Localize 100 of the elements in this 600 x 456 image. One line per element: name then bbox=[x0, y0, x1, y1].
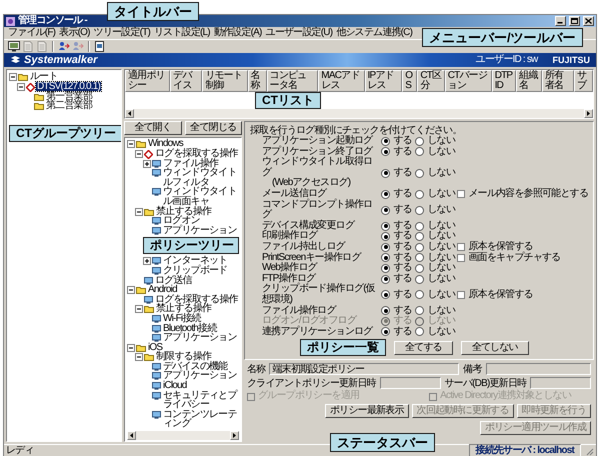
scroll-left-icon[interactable] bbox=[125, 109, 134, 118]
radio-option[interactable]: しない bbox=[415, 252, 458, 264]
radio-button[interactable] bbox=[415, 136, 424, 146]
column-header[interactable]: 組織名 bbox=[516, 70, 542, 92]
radio-button[interactable] bbox=[415, 232, 424, 242]
tree-item[interactable]: コンテンツレーティング bbox=[162, 410, 239, 430]
radio-button[interactable] bbox=[381, 253, 390, 262]
tree-button[interactable]: 全て閉じる bbox=[184, 121, 242, 135]
report-icon[interactable] bbox=[94, 40, 106, 52]
radio-button[interactable] bbox=[381, 206, 390, 215]
tree-item[interactable]: Android bbox=[147, 285, 178, 295]
menu-item[interactable]: リスト設定(L) bbox=[152, 27, 212, 39]
tree-item[interactable]: クリップボード bbox=[162, 266, 228, 276]
column-header[interactable]: リモート制御 bbox=[202, 70, 248, 92]
checkbox[interactable]: 原本を保管する bbox=[457, 284, 588, 306]
close-icon[interactable] bbox=[583, 16, 594, 26]
horizontal-scrollbar[interactable] bbox=[125, 109, 593, 118]
radio-option[interactable]: しない bbox=[415, 242, 458, 253]
radio-button[interactable] bbox=[381, 232, 390, 242]
radio-option[interactable]: する bbox=[381, 326, 416, 338]
people-arrow-icon[interactable] bbox=[58, 40, 70, 52]
collapse-icon[interactable] bbox=[127, 286, 135, 294]
radio-option[interactable]: する bbox=[381, 136, 416, 147]
screen-icon[interactable] bbox=[8, 40, 20, 52]
radio-option[interactable]: する bbox=[381, 146, 416, 158]
tree-item[interactable]: セキュリティとプライバシー bbox=[162, 390, 239, 410]
select-all-button[interactable]: 全てしない bbox=[460, 340, 529, 355]
input-field[interactable] bbox=[380, 377, 441, 390]
radio-button[interactable] bbox=[381, 242, 390, 252]
tree-item[interactable]: 禁止する操作 bbox=[155, 304, 212, 314]
tree-item[interactable]: iCloud bbox=[162, 381, 188, 391]
radio-option[interactable]: する bbox=[381, 290, 416, 300]
radio-option[interactable]: しない bbox=[415, 306, 458, 316]
column-header[interactable]: OS bbox=[402, 70, 418, 92]
menu-item[interactable]: 動作設定(A) bbox=[212, 27, 264, 39]
radio-button[interactable] bbox=[415, 274, 424, 284]
column-header[interactable]: MACアドレス bbox=[318, 70, 364, 92]
column-header[interactable]: 名称 bbox=[248, 70, 267, 92]
column-header[interactable]: 適用ポリシー bbox=[125, 70, 170, 92]
tree-item[interactable]: アプリケーション bbox=[162, 226, 238, 236]
radio-option[interactable]: しない bbox=[415, 204, 458, 216]
input-field[interactable] bbox=[486, 363, 591, 376]
radio-option[interactable]: する bbox=[381, 242, 416, 253]
maximize-icon[interactable] bbox=[569, 16, 580, 26]
tree-item[interactable]: ルート bbox=[29, 72, 59, 82]
tree-item[interactable]: ファイル操作 bbox=[162, 158, 220, 168]
radio-option[interactable]: する bbox=[381, 263, 416, 274]
radio-option[interactable]: する bbox=[381, 231, 416, 242]
radio-button[interactable] bbox=[381, 327, 390, 336]
checkbox[interactable]: 画面をキャプチャする bbox=[457, 252, 588, 264]
collapse-icon[interactable] bbox=[135, 208, 143, 216]
tree-item[interactable]: 制限する操作 bbox=[155, 352, 212, 362]
radio-option[interactable]: する bbox=[381, 252, 416, 264]
collapse-icon[interactable] bbox=[135, 305, 143, 314]
tree-item[interactable]: Windows bbox=[147, 139, 184, 149]
menu-item[interactable]: ユーザー設定(U) bbox=[264, 27, 334, 39]
column-header[interactable]: DTPID bbox=[492, 70, 516, 92]
radio-option[interactable]: しない bbox=[415, 263, 458, 274]
collapse-icon[interactable] bbox=[17, 82, 25, 91]
column-header[interactable]: サブ bbox=[574, 70, 593, 92]
tree-item[interactable]: ログを採取する操作 bbox=[154, 148, 239, 158]
radio-option[interactable]: する bbox=[381, 204, 416, 216]
tree-item[interactable]: Bluetooth接続 bbox=[162, 324, 218, 334]
menu-item[interactable]: 他システム連携(C) bbox=[334, 27, 414, 39]
tree-item[interactable]: インターネット bbox=[162, 256, 228, 266]
radio-button[interactable] bbox=[415, 206, 424, 215]
radio-option[interactable]: する bbox=[381, 274, 416, 284]
radio-button[interactable] bbox=[381, 190, 390, 199]
radio-option[interactable]: しない bbox=[415, 168, 458, 178]
radio-option[interactable]: する bbox=[381, 188, 416, 200]
radio-button[interactable] bbox=[381, 264, 390, 273]
radio-option[interactable]: しない bbox=[415, 290, 458, 300]
select-all-button[interactable]: 全てする bbox=[394, 340, 453, 355]
radio-button[interactable] bbox=[381, 147, 390, 156]
radio-button[interactable] bbox=[381, 136, 390, 146]
tree-item[interactable]: DTSV(127.0.0.1) bbox=[36, 82, 102, 92]
radio-button[interactable] bbox=[415, 327, 424, 336]
tree-button[interactable]: 全て開く bbox=[124, 121, 182, 135]
tree-item[interactable]: ウィンドウタイトルフィルタ bbox=[162, 168, 239, 188]
menu-item[interactable]: ファイル(F) bbox=[6, 27, 58, 39]
column-header[interactable]: コンピュータ名 bbox=[266, 70, 318, 92]
menu-item[interactable]: ツリー設定(T) bbox=[92, 27, 152, 39]
column-header[interactable]: IPアドレス bbox=[364, 70, 402, 92]
radio-option[interactable]: しない bbox=[415, 188, 458, 200]
radio-button[interactable] bbox=[415, 306, 424, 316]
scroll-right-icon[interactable] bbox=[230, 431, 239, 440]
radio-button[interactable] bbox=[381, 274, 390, 284]
expand-icon[interactable] bbox=[143, 257, 151, 266]
horizontal-scrollbar[interactable] bbox=[127, 431, 239, 440]
checkbox[interactable]: 原本を保管する bbox=[457, 242, 588, 253]
radio-button[interactable] bbox=[415, 253, 424, 262]
tree-item[interactable]: 禁止する操作 bbox=[155, 206, 212, 216]
radio-option[interactable]: しない bbox=[415, 326, 458, 338]
radio-option[interactable]: する bbox=[381, 220, 416, 232]
radio-option[interactable]: しない bbox=[415, 146, 458, 158]
radio-option[interactable]: しない bbox=[415, 274, 458, 284]
tree-item[interactable]: Wi-Fi接続 bbox=[162, 314, 202, 324]
collapse-icon[interactable] bbox=[127, 140, 135, 148]
collapse-icon[interactable] bbox=[135, 353, 143, 362]
radio-button[interactable] bbox=[415, 264, 424, 273]
